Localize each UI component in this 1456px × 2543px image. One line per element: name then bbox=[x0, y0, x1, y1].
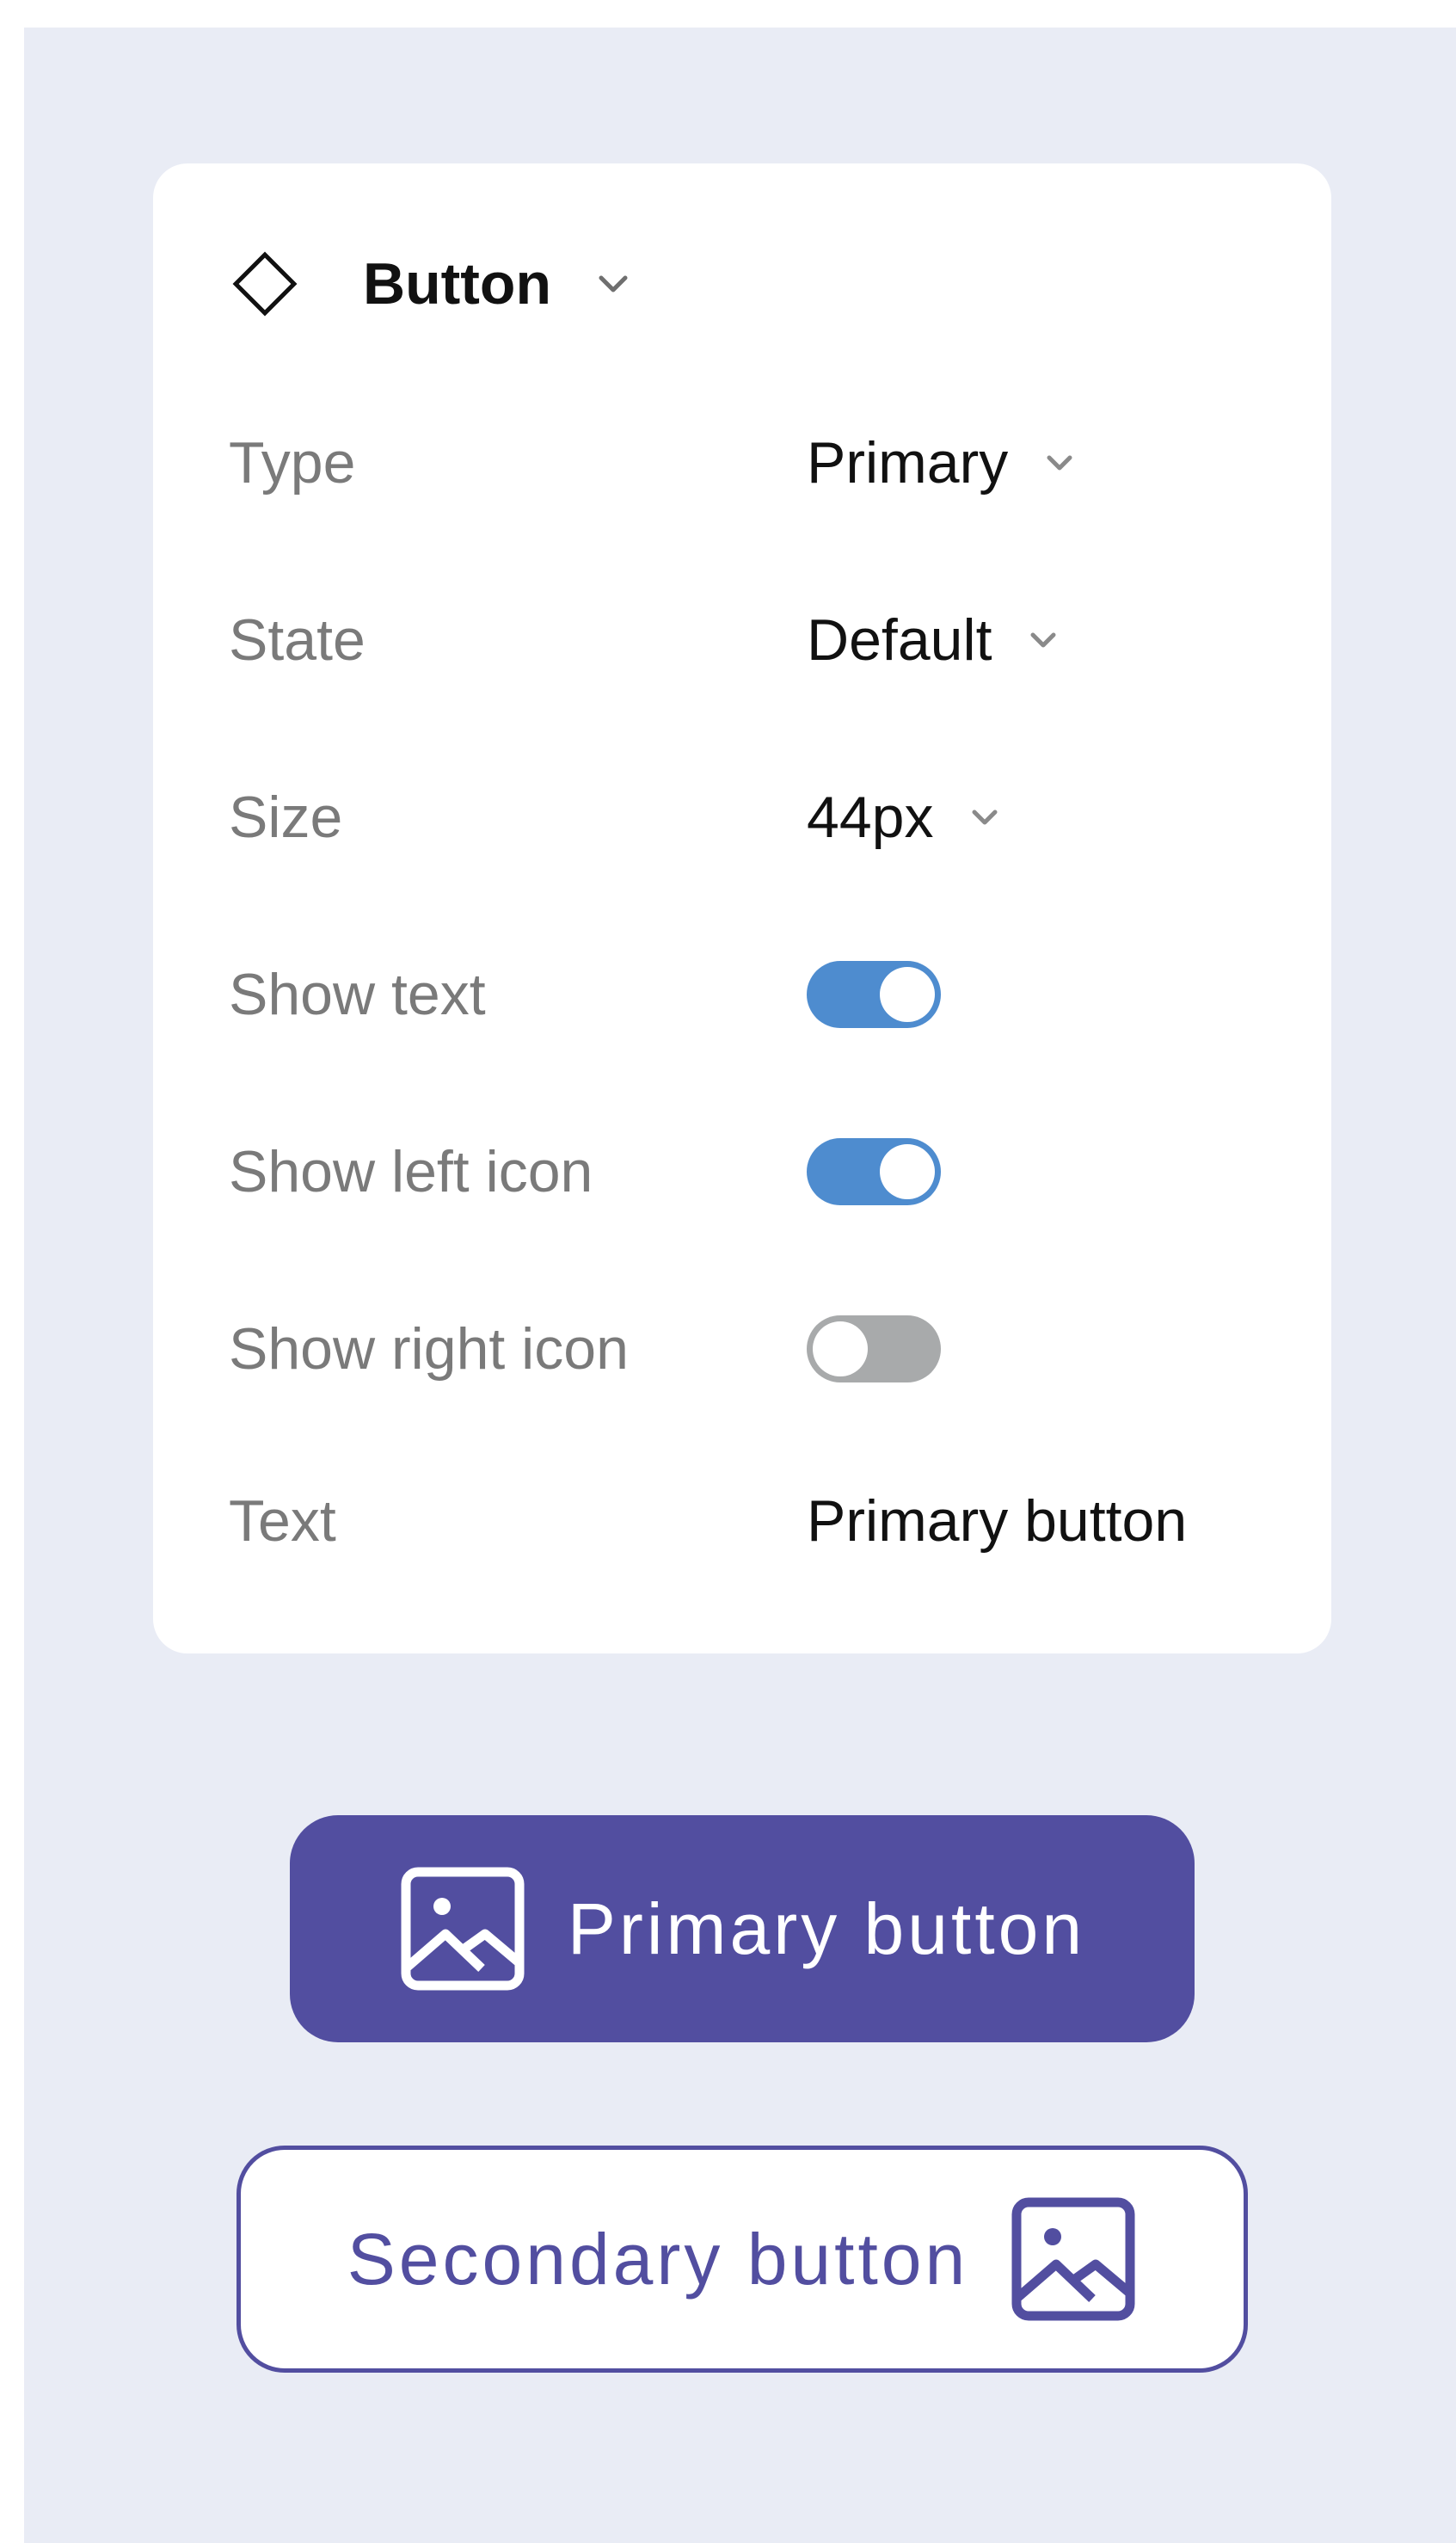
primary-button[interactable]: Primary button bbox=[290, 1815, 1195, 2042]
component-title: Button bbox=[363, 251, 552, 317]
property-row-text: Text Primary button bbox=[229, 1478, 1295, 1564]
property-label: State bbox=[229, 607, 366, 673]
property-label: Show text bbox=[229, 962, 486, 1027]
chevron-down-icon bbox=[1023, 619, 1064, 661]
property-row-show-right-icon: Show right icon bbox=[229, 1306, 1295, 1392]
show-text-toggle[interactable] bbox=[807, 961, 941, 1028]
chevron-down-icon bbox=[1039, 442, 1080, 483]
component-selector[interactable]: Button bbox=[229, 241, 634, 327]
property-row-show-text: Show text bbox=[229, 951, 1295, 1038]
canvas: Button Type Primary State Default Size 4… bbox=[24, 28, 1456, 2543]
show-right-icon-toggle[interactable] bbox=[807, 1315, 941, 1382]
show-left-icon-toggle[interactable] bbox=[807, 1138, 941, 1205]
property-label: Size bbox=[229, 785, 343, 850]
properties-panel: Button Type Primary State Default Size 4… bbox=[153, 163, 1331, 1653]
text-field[interactable]: Primary button bbox=[807, 1487, 1187, 1555]
property-label: Text bbox=[229, 1488, 336, 1554]
dropdown-value: Primary bbox=[807, 430, 1009, 496]
property-label: Type bbox=[229, 430, 356, 496]
toggle-knob bbox=[880, 967, 935, 1022]
diamond-icon bbox=[229, 248, 301, 320]
property-label: Show left icon bbox=[229, 1139, 593, 1204]
secondary-button[interactable]: Secondary button bbox=[237, 2146, 1248, 2373]
chevron-down-icon bbox=[964, 797, 1005, 838]
secondary-button-label: Secondary button bbox=[347, 2218, 969, 2300]
primary-button-label: Primary button bbox=[567, 1887, 1086, 1969]
state-dropdown[interactable]: Default bbox=[807, 607, 1064, 674]
type-dropdown[interactable]: Primary bbox=[807, 429, 1080, 496]
chevron-down-icon[interactable] bbox=[593, 263, 634, 305]
size-dropdown[interactable]: 44px bbox=[807, 784, 1005, 851]
dropdown-value: 44px bbox=[807, 785, 934, 850]
toggle-knob bbox=[813, 1321, 868, 1376]
property-row-state: State Default bbox=[229, 597, 1295, 683]
property-row-show-left-icon: Show left icon bbox=[229, 1129, 1295, 1215]
toggle-knob bbox=[880, 1144, 935, 1199]
property-row-size: Size 44px bbox=[229, 774, 1295, 860]
dropdown-value: Default bbox=[807, 607, 992, 673]
property-label: Show right icon bbox=[229, 1316, 629, 1382]
image-icon bbox=[399, 1865, 526, 1992]
property-row-type: Type Primary bbox=[229, 420, 1295, 506]
image-icon bbox=[1010, 2195, 1137, 2323]
